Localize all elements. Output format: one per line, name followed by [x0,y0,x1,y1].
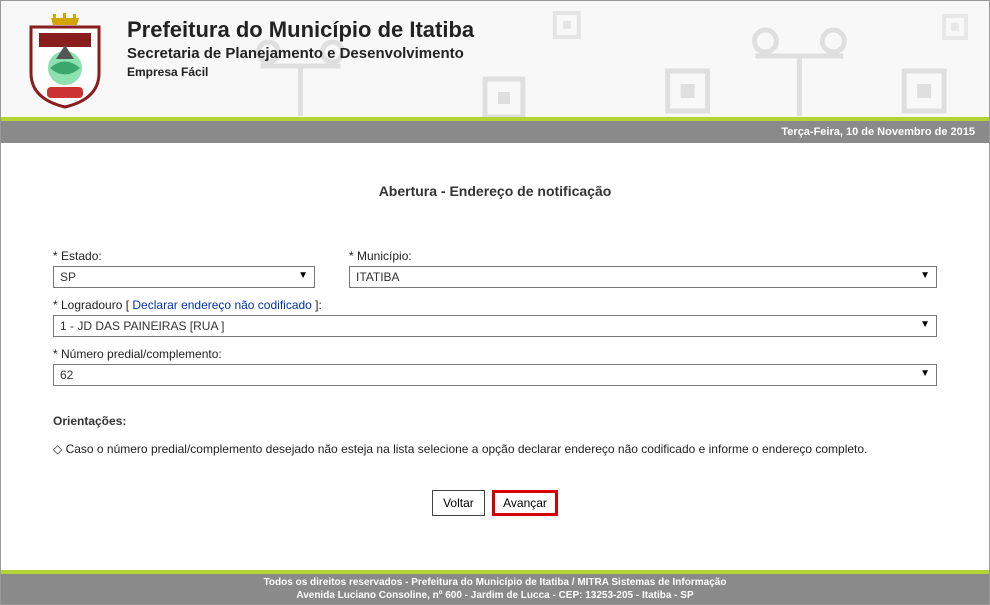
main-content: Abertura - Endereço de notificação * Est… [1,143,989,516]
title-block: Prefeitura do Município de Itatiba Secre… [127,13,474,79]
header-app-name: Empresa Fácil [127,65,474,79]
estado-select[interactable]: SP [53,266,315,288]
municipio-select[interactable]: ITATIBA [349,266,937,288]
logradouro-label: * Logradouro [ Declarar endereço não cod… [53,298,937,312]
estado-value: SP [60,270,76,284]
footer-line-1: Todos os direitos reservados - Prefeitur… [264,576,727,589]
logradouro-select[interactable]: 1 - JD DAS PAINEIRAS [RUA ] [53,315,937,337]
estado-label: * Estado: [53,249,315,263]
avancar-button[interactable]: Avançar [492,490,558,516]
numero-value: 62 [60,368,73,382]
orientacoes-item: ◇ Caso o número predial/complemento dese… [53,442,937,456]
numero-select[interactable]: 62 [53,364,937,386]
footer-line-2: Avenida Luciano Consoline, nº 600 - Jard… [296,589,693,602]
declarar-endereco-link[interactable]: Declarar endereço não codificado [132,298,311,312]
header: Prefeitura do Município de Itatiba Secre… [1,1,989,117]
app-window: Prefeitura do Município de Itatiba Secre… [0,0,990,605]
numero-label: * Número predial/complemento: [53,347,937,361]
orientacoes-title: Orientações: [53,414,937,428]
date-text: Terça-Feira, 10 de Novembro de 2015 [781,126,975,138]
municipio-value: ITATIBA [356,270,400,284]
header-subtitle: Secretaria de Planejamento e Desenvolvim… [127,45,474,62]
page-heading: Abertura - Endereço de notificação [53,183,937,199]
logradouro-value: 1 - JD DAS PAINEIRAS [RUA ] [60,319,224,333]
footer: Todos os direitos reservados - Prefeitur… [1,574,989,604]
header-title: Prefeitura do Município de Itatiba [127,17,474,43]
button-row: Voltar Avançar [53,490,937,516]
date-bar: Terça-Feira, 10 de Novembro de 2015 [1,121,989,143]
voltar-button[interactable]: Voltar [432,490,485,516]
municipio-label: * Município: [349,249,937,263]
municipality-crest-icon [21,13,109,109]
